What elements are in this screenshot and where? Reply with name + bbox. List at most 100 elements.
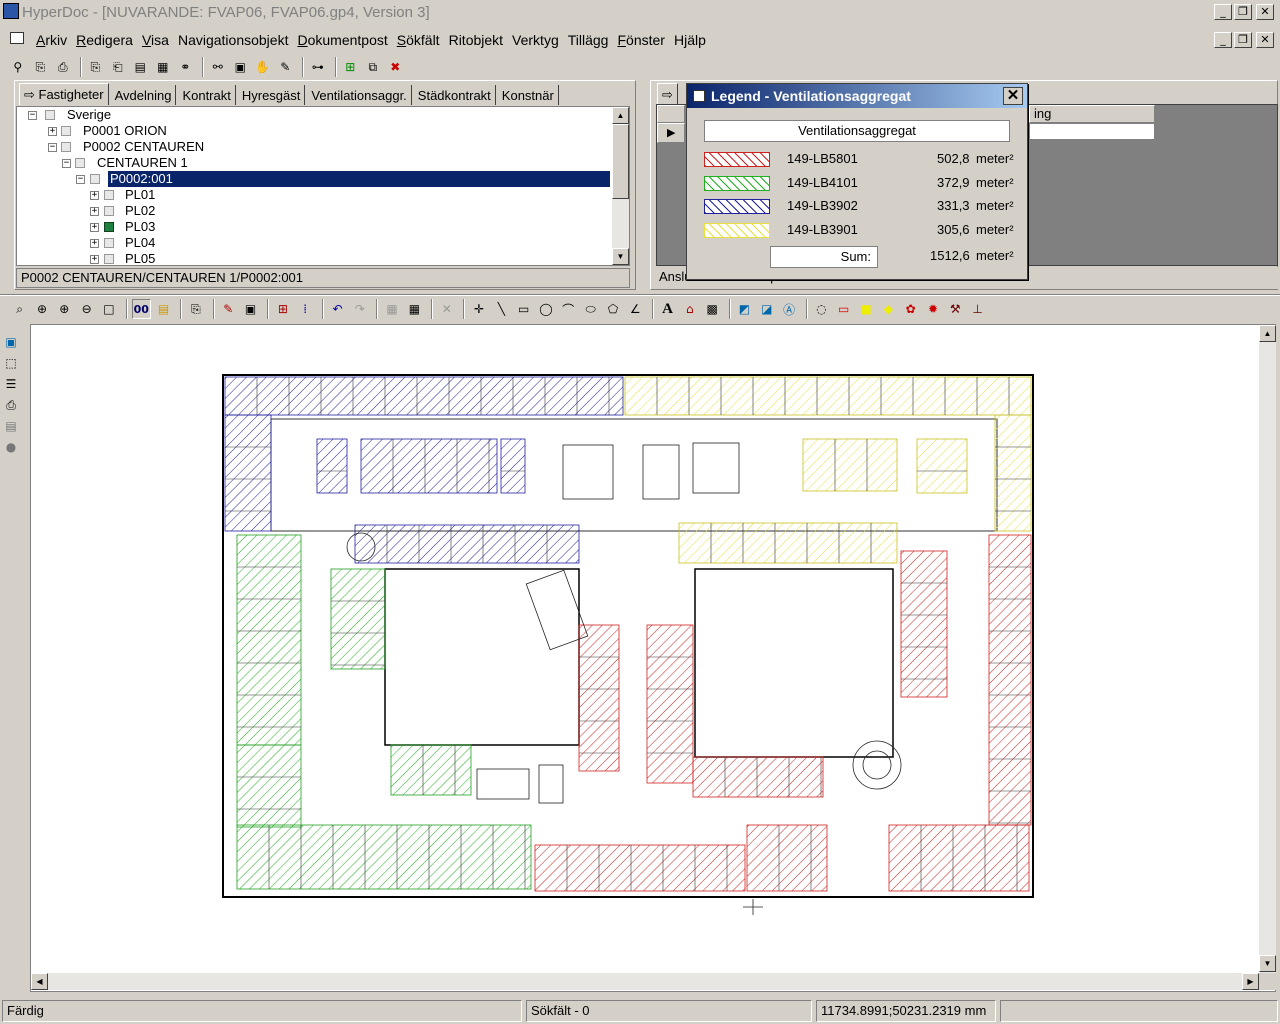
tree-node[interactable]: PL04	[125, 235, 155, 251]
scroll-down-icon[interactable]: ▼	[612, 248, 629, 265]
collapse-icon[interactable]: −	[48, 143, 57, 152]
layer-icon[interactable]: ☰	[2, 375, 20, 393]
scroll-left-icon[interactable]: ◀	[31, 973, 48, 990]
undo-icon[interactable]: ↶	[328, 299, 347, 319]
menu-verktyg[interactable]: Verktyg	[512, 32, 559, 48]
minimize-button[interactable]: _	[1214, 4, 1232, 20]
ventilation-zone-area[interactable]	[236, 744, 302, 828]
ventilation-zone-area[interactable]	[646, 624, 694, 784]
print-layer-icon[interactable]: ⎙	[2, 396, 20, 414]
ventilation-zone-area[interactable]	[236, 534, 302, 746]
tool-icon[interactable]: ⚒	[946, 299, 965, 319]
circle-icon[interactable]: ◯	[536, 299, 555, 319]
pin-icon[interactable]: ✎	[276, 57, 296, 77]
link-icon[interactable]: ⊞	[341, 57, 361, 77]
ellipse-icon[interactable]: ⬭	[581, 299, 600, 319]
ventilation-zone-area[interactable]	[578, 624, 620, 772]
legend-window[interactable]: Legend - Ventilationsaggregat ✕ Ventilat…	[686, 83, 1028, 280]
tab-fastigheter[interactable]: ⇨ Fastigheter	[19, 83, 109, 105]
menu-redigera[interactable]: Redigera	[76, 32, 133, 48]
scroll-right-icon[interactable]: ▶	[1242, 973, 1259, 990]
ventilation-zone-area[interactable]	[500, 438, 526, 494]
tree-node[interactable]: CENTAUREN 1	[97, 155, 188, 171]
pen-icon[interactable]: ✎	[219, 299, 238, 319]
zoom-window-icon[interactable]: ⊕	[32, 299, 51, 319]
find-icon[interactable]: ⚭	[176, 57, 196, 77]
tab-stadkontrakt[interactable]: Städkontrakt	[414, 85, 496, 105]
ventilation-zone-area[interactable]	[354, 524, 580, 564]
yellow-fill-icon[interactable]: ■	[856, 299, 875, 319]
copy-icon[interactable]: ⎘	[31, 57, 51, 77]
document-icon[interactable]	[10, 32, 28, 48]
ventilation-zone-area[interactable]	[994, 414, 1032, 532]
tree-node[interactable]: PL02	[125, 203, 155, 219]
select-objects-icon[interactable]: ⊞	[273, 299, 292, 319]
tab-hyresgast[interactable]: Hyresgäst	[238, 85, 306, 105]
ventilation-zone-area[interactable]	[900, 550, 948, 698]
grid-snap-icon[interactable]: ⁞	[296, 299, 315, 319]
zoom-in-icon[interactable]: ⊕	[55, 299, 74, 319]
collapse-icon[interactable]: −	[28, 111, 37, 120]
scroll-down-icon[interactable]: ▼	[1259, 955, 1276, 972]
zoom-icon[interactable]: ⌕	[10, 299, 29, 319]
collapse-icon[interactable]: −	[62, 159, 71, 168]
properties-icon[interactable]: ▦	[382, 299, 401, 319]
arc-icon[interactable]: ⌒	[559, 299, 578, 319]
menu-hjalp[interactable]: Hjälp	[674, 32, 706, 48]
red-rectangle-icon[interactable]: ▭	[834, 299, 853, 319]
menu-ritobjekt[interactable]: Ritobjekt	[449, 32, 503, 48]
child-close-button[interactable]: ✕	[1256, 32, 1274, 48]
ventilation-zone-area[interactable]	[390, 744, 472, 796]
expand-icon[interactable]: +	[90, 191, 99, 200]
measure-circle-icon[interactable]: Ⓐ	[779, 299, 798, 319]
binoculars-icon[interactable]: ⚯	[208, 57, 228, 77]
symbol-icon[interactable]: ⌂	[680, 299, 699, 319]
print-icon[interactable]: ⎙	[53, 57, 73, 77]
tree-node[interactable]: P0001 ORION	[83, 123, 167, 139]
tree-node[interactable]: P0002 CENTAUREN	[83, 139, 204, 155]
canvas-vertical-scrollbar[interactable]: ▲ ▼	[1259, 325, 1276, 973]
close-button[interactable]: ✕	[1256, 4, 1274, 20]
tree-node[interactable]: PL01	[125, 187, 155, 203]
copy-drawing-icon[interactable]: ⎘	[186, 299, 205, 319]
cloud-icon[interactable]: ✿	[901, 299, 920, 319]
scroll-up-icon[interactable]: ▲	[612, 107, 629, 124]
child-restore-button[interactable]: ❐	[1234, 32, 1252, 48]
ventilation-zone-area[interactable]	[360, 438, 498, 494]
rectangle-icon[interactable]: ▭	[514, 299, 533, 319]
layers-toggle-icon[interactable]: 00	[131, 299, 151, 319]
measure-distance-icon[interactable]: ◪	[757, 299, 776, 319]
scroll-thumb[interactable]	[612, 124, 629, 199]
compare-icon[interactable]: ⧉	[363, 57, 383, 77]
hatch-icon[interactable]: ▩	[703, 299, 722, 319]
tree-node-selected[interactable]: P0002:001	[108, 171, 610, 187]
fill-toggle-icon[interactable]: ▤	[154, 299, 173, 319]
polyline-icon[interactable]: ∠	[626, 299, 645, 319]
delete-icon[interactable]: ✕	[437, 299, 456, 319]
text-box-icon[interactable]: ▣	[241, 299, 260, 319]
note-icon[interactable]: ◆	[879, 299, 898, 319]
redo-icon[interactable]: ↷	[350, 299, 369, 319]
properties-icon[interactable]: ▣	[231, 57, 251, 77]
polygon-icon[interactable]: ⬠	[603, 299, 622, 319]
hand-icon[interactable]: ✋	[253, 57, 273, 77]
tree-node[interactable]: Sverige	[67, 107, 111, 123]
ventilation-zone-area[interactable]	[746, 824, 828, 892]
ventilation-zone-area[interactable]	[888, 824, 1030, 892]
measure-area-icon[interactable]: ◩	[735, 299, 754, 319]
ventilation-zone-area[interactable]	[236, 824, 532, 890]
menu-navigationsobjekt[interactable]: Navigationsobjekt	[178, 32, 289, 48]
child-minimize-button[interactable]: _	[1214, 32, 1232, 48]
expand-icon[interactable]: +	[90, 255, 99, 264]
ventilation-zone-area[interactable]	[224, 414, 272, 532]
ventilation-zone-area[interactable]	[988, 534, 1032, 826]
text-icon[interactable]: A	[658, 299, 677, 319]
menu-visa[interactable]: Visa	[142, 32, 169, 48]
tree-icon[interactable]: ⊶	[308, 57, 328, 77]
tree-scrollbar[interactable]: ▲ ▼	[612, 107, 629, 265]
legend-close-button[interactable]: ✕	[1003, 87, 1023, 105]
tab-kontrakt[interactable]: Kontrakt	[178, 85, 236, 105]
unlink-icon[interactable]: ✖	[386, 57, 406, 77]
grid-cell[interactable]	[1029, 123, 1155, 140]
zoom-extents-icon[interactable]: □	[99, 299, 118, 319]
